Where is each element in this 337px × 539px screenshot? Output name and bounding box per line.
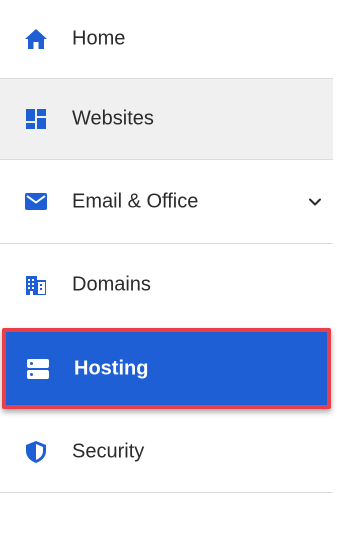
shield-icon <box>24 440 48 464</box>
sidebar-item-label: Hosting <box>74 357 149 379</box>
server-icon <box>26 357 50 381</box>
sidebar-nav: Home Websites Email & Office Domains Hos… <box>0 0 333 539</box>
envelope-icon <box>24 190 48 214</box>
sidebar-item-label: Home <box>72 27 126 50</box>
sidebar-item-label: Security <box>72 440 145 462</box>
sidebar-item-label: Email & Office <box>72 190 199 212</box>
sidebar-item-security[interactable]: Security <box>0 411 333 493</box>
home-icon <box>24 27 48 51</box>
sidebar-item-home[interactable]: Home <box>0 0 333 79</box>
sidebar-item-websites[interactable]: Websites <box>0 79 333 160</box>
domains-icon <box>24 273 48 297</box>
sidebar-item-email-office[interactable]: Email & Office <box>0 160 333 244</box>
chevron-down-icon[interactable] <box>307 194 323 210</box>
websites-icon <box>24 107 48 131</box>
sidebar-item-label: Websites <box>72 107 154 130</box>
sidebar-item-domains[interactable]: Domains <box>0 244 333 326</box>
sidebar-item-hosting[interactable]: Hosting <box>2 328 331 409</box>
sidebar-item-label: Domains <box>72 273 151 296</box>
